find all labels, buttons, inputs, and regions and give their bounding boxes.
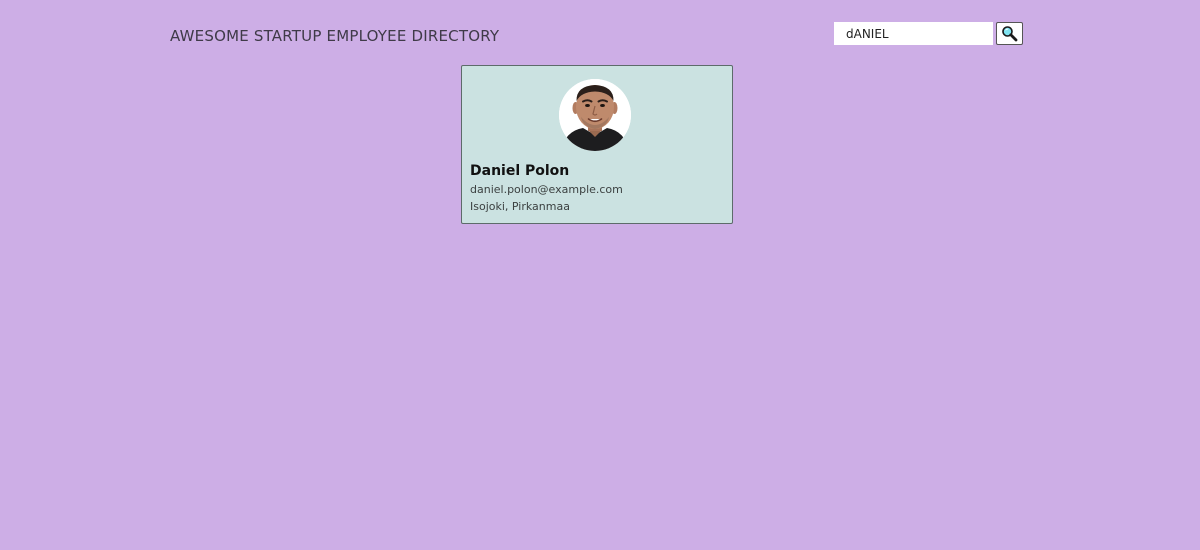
employee-avatar: [559, 79, 631, 151]
search-button[interactable]: [996, 22, 1023, 45]
employee-email: daniel.polon@example.com: [470, 183, 623, 196]
employee-name: Daniel Polon: [470, 163, 570, 179]
search-input[interactable]: [834, 22, 993, 45]
magnifying-glass-icon: [1002, 26, 1018, 42]
directory-page: AWESOME STARTUP EMPLOYEE DIRECTORY dANIE…: [0, 0, 1200, 550]
page-title: AWESOME STARTUP EMPLOYEE DIRECTORY: [170, 27, 500, 45]
employee-location: Isojoki, Pirkanmaa: [470, 200, 570, 213]
employee-card[interactable]: Daniel Polon daniel.polon@example.com Is…: [461, 65, 733, 224]
search-bar: [834, 22, 1023, 45]
